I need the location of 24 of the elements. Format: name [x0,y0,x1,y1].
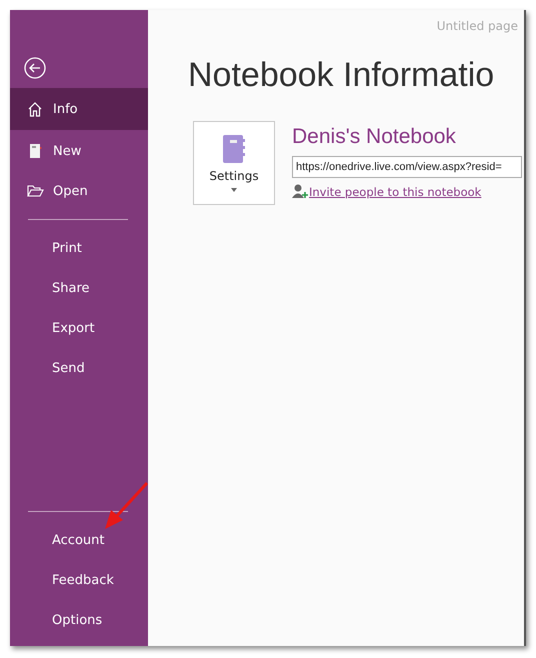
back-icon [24,57,46,79]
sidebar-item[interactable]: Open [10,171,148,211]
url-field[interactable]: https://onedrive.live.com/view.aspx?resid= [292,156,522,178]
sidebar-item[interactable]: New [10,131,148,171]
invite-link[interactable]: Invite people to this notebook [309,184,482,198]
sidebar-item[interactable]: Options [10,600,148,640]
add-person-icon [292,184,308,199]
home-icon [27,101,44,117]
folder-icon [27,183,44,199]
back-button[interactable] [24,57,46,79]
notebook-name: Denis's Notebook [292,124,457,150]
arrow [105,482,148,529]
sidebar-item[interactable]: Share [10,268,148,308]
sidebar-item[interactable]: Feedback [10,560,148,600]
sidebar-item[interactable]: Export [10,308,148,348]
notebook-icon [27,143,44,159]
sidebar-item[interactable]: Send [10,348,148,388]
caret-icon [231,188,237,192]
sidebar-item[interactable]: Info [10,88,148,130]
settings-button[interactable]: Settings [193,121,275,205]
page-title: Notebook Informatio [188,56,496,95]
notebook-icon [221,134,247,164]
sidebar-item[interactable]: Account [10,520,148,560]
sidebar-item[interactable]: Print [10,228,148,268]
